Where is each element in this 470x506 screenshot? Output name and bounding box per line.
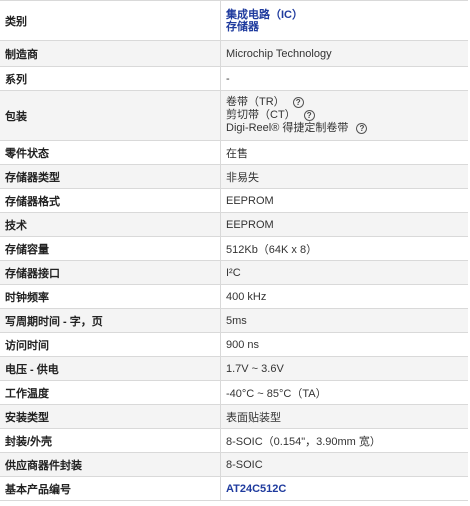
packaging-option: 剪切带（CT） ? — [226, 109, 315, 122]
attr-label: 访问时间 — [5, 339, 49, 352]
attr-row: 存储器格式 EEPROM — [0, 189, 468, 213]
attr-value: 1.7V ~ 3.6V — [220, 357, 468, 380]
attr-value: 表面贴装型 — [220, 405, 468, 428]
attr-label: 封装/外壳 — [5, 435, 53, 448]
attr-label: 系列 — [5, 73, 27, 86]
attr-row: 供应商器件封装 8-SOIC — [0, 453, 468, 477]
attr-label: 零件状态 — [5, 147, 49, 160]
attr-label: 工作温度 — [5, 387, 49, 400]
attr-row: 制造商 Microchip Technology — [0, 41, 468, 67]
packaging-option: 卷带（TR） ? — [226, 96, 304, 109]
attr-value: Microchip Technology — [220, 41, 468, 66]
attr-label: 存储容量 — [5, 243, 49, 256]
attr-label: 类别 — [5, 15, 27, 28]
attr-value-packaging: 卷带（TR） ? 剪切带（CT） ? Digi-Reel® 得捷定制卷带 ? — [220, 91, 468, 140]
attr-label: 安装类型 — [5, 411, 49, 424]
attr-value: 900 ns — [220, 333, 468, 356]
attr-label: 制造商 — [5, 48, 38, 61]
attr-row: 写周期时间 - 字，页 5ms — [0, 309, 468, 333]
attr-label: 电压 - 供电 — [5, 363, 59, 376]
attr-value: 400 kHz — [220, 285, 468, 308]
attr-label: 供应商器件封装 — [5, 459, 82, 472]
attr-row: 访问时间 900 ns — [0, 333, 468, 357]
base-product-link[interactable]: AT24C512C — [226, 483, 286, 495]
attr-row: 时钟频率 400 kHz — [0, 285, 468, 309]
attr-value: 在售 — [220, 141, 468, 164]
attr-value: 5ms — [220, 309, 468, 332]
attr-value: I²C — [220, 261, 468, 284]
attr-value: EEPROM — [220, 213, 468, 236]
attr-label: 存储器类型 — [5, 171, 60, 184]
attr-value: AT24C512C — [220, 477, 468, 500]
attr-row: 零件状态 在售 — [0, 141, 468, 165]
attr-row-packaging: 包装 卷带（TR） ? 剪切带（CT） ? Digi-Reel® 得捷定制卷带 … — [0, 91, 468, 141]
product-attributes-table: 类别 集成电路（IC） 存储器 制造商 Microchip Technology… — [0, 0, 468, 501]
attr-value: 8-SOIC（0.154"，3.90mm 宽） — [220, 429, 468, 452]
attr-value: EEPROM — [220, 189, 468, 212]
attr-row: 电压 - 供电 1.7V ~ 3.6V — [0, 357, 468, 381]
attr-label: 存储器接口 — [5, 267, 60, 280]
attr-label: 时钟频率 — [5, 291, 49, 304]
attr-value: 8-SOIC — [220, 453, 468, 476]
attr-label: 技术 — [5, 219, 27, 232]
attr-value-category: 集成电路（IC） 存储器 — [220, 1, 468, 40]
question-circle-icon[interactable]: ? — [356, 123, 368, 134]
attr-row: 封装/外壳 8-SOIC（0.154"，3.90mm 宽） — [0, 429, 468, 453]
packaging-option-label: 卷带（TR） — [226, 96, 285, 108]
attr-row-category: 类别 集成电路（IC） 存储器 — [0, 1, 468, 41]
attr-row: 工作温度 -40°C ~ 85°C（TA） — [0, 381, 468, 405]
attr-label: 基本产品编号 — [5, 483, 71, 496]
attr-value: 512Kb（64K x 8） — [220, 237, 468, 260]
attr-value: 非易失 — [220, 165, 468, 188]
attr-row: 系列 - — [0, 67, 468, 91]
attr-row: 安装类型 表面贴装型 — [0, 405, 468, 429]
packaging-option-label: Digi-Reel® 得捷定制卷带 — [226, 122, 349, 134]
packaging-option-label: 剪切带（CT） — [226, 109, 296, 121]
attr-label: 写周期时间 - 字，页 — [5, 315, 103, 328]
attr-label: 存储器格式 — [5, 195, 60, 208]
packaging-option: Digi-Reel® 得捷定制卷带 ? — [226, 122, 368, 135]
question-circle-icon[interactable]: ? — [292, 97, 304, 108]
attr-label: 包装 — [5, 110, 27, 123]
category-link-memory[interactable]: 存储器 — [226, 21, 259, 33]
attr-value: - — [220, 67, 468, 90]
attr-row: 存储器类型 非易失 — [0, 165, 468, 189]
category-link-ic[interactable]: 集成电路（IC） — [226, 9, 303, 21]
attr-value: -40°C ~ 85°C（TA） — [220, 381, 468, 404]
attr-row: 存储容量 512Kb（64K x 8） — [0, 237, 468, 261]
attr-row-base-product: 基本产品编号 AT24C512C — [0, 477, 468, 501]
question-circle-icon[interactable]: ? — [303, 110, 315, 121]
attr-row: 技术 EEPROM — [0, 213, 468, 237]
attr-row: 存储器接口 I²C — [0, 261, 468, 285]
